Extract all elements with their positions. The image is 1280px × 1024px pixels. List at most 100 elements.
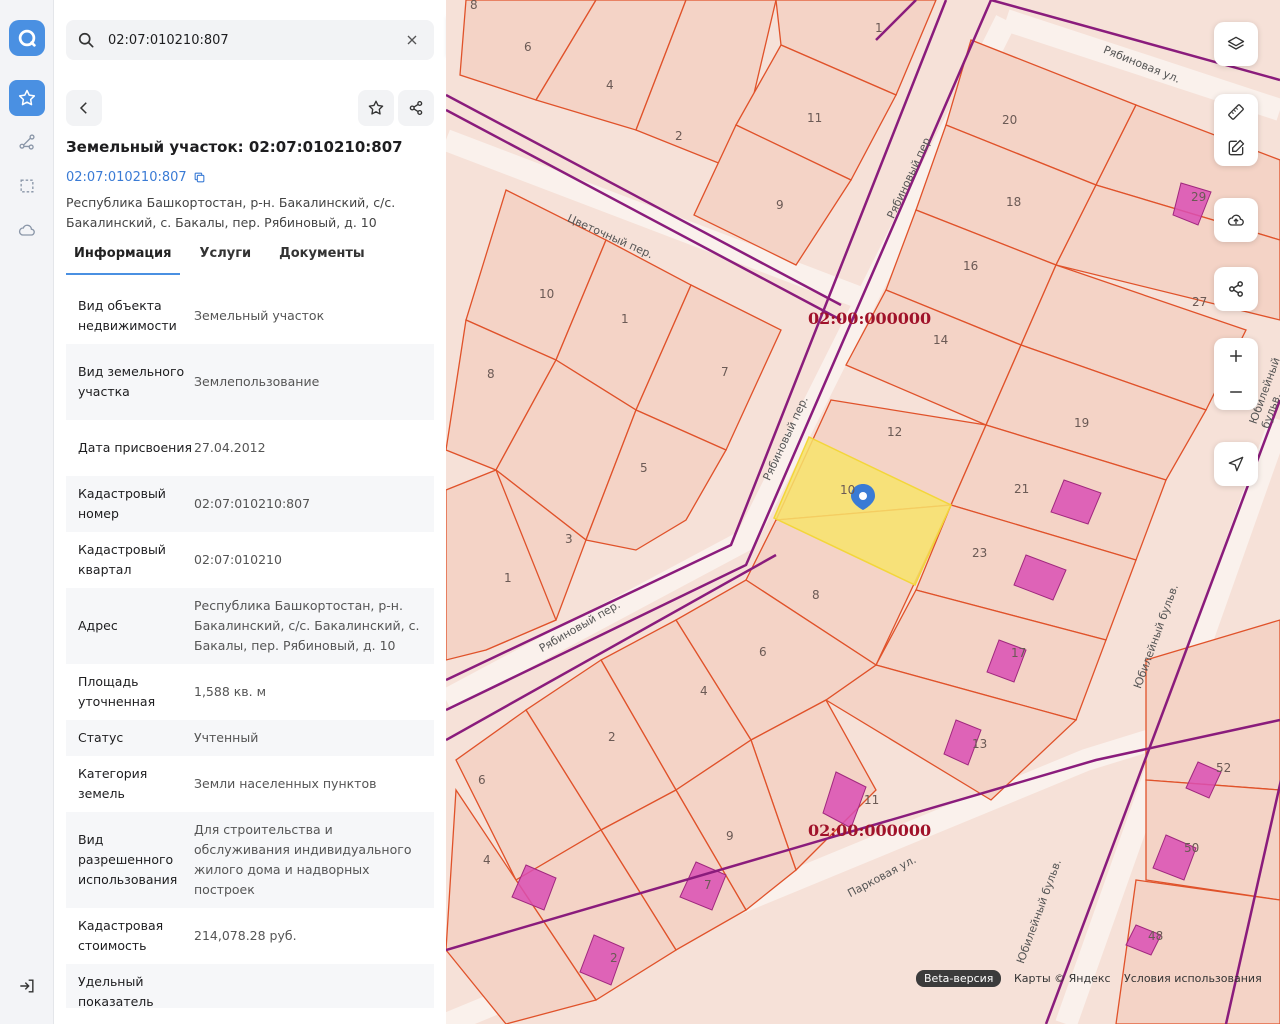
edit-icon bbox=[1228, 139, 1245, 156]
ruler-button[interactable] bbox=[1214, 94, 1258, 130]
parcel-number: 1 bbox=[875, 21, 883, 35]
tab-services[interactable]: Услуги bbox=[192, 246, 260, 275]
parcel-number: 8 bbox=[812, 588, 820, 602]
star-icon bbox=[368, 100, 384, 115]
locate-icon bbox=[1228, 456, 1244, 472]
search-icon bbox=[78, 32, 94, 48]
ruler-icon bbox=[1228, 104, 1244, 120]
maps-credit[interactable]: Карты © Яндекс bbox=[1014, 972, 1111, 985]
info-row-address: Адрес Республика Башкортостан, р-н. Бакал… bbox=[66, 588, 434, 664]
parcel-number: 11 bbox=[864, 793, 880, 807]
info-row-cadastral-value: Кадастровая стоимость 214,078.28 руб. bbox=[78, 918, 297, 953]
parcel-number: 27 bbox=[1192, 295, 1208, 309]
zoom-in-icon bbox=[1230, 350, 1242, 362]
cadastral-map[interactable]: 8 6 4 1 2 11 9 20 18 29 16 27 14 19 12 2… bbox=[446, 0, 1280, 1024]
zoom-out-icon bbox=[1230, 391, 1242, 393]
parcel-number: 48 bbox=[1148, 929, 1164, 943]
cadastral-number-link[interactable]: 02:07:010210:807 bbox=[66, 170, 187, 185]
parcel-number: 9 bbox=[776, 198, 784, 212]
parcel-number: 4 bbox=[483, 853, 491, 867]
parcel-number: 3 bbox=[565, 532, 573, 546]
info-row-object-type: Вид объекта недвижимости Земельный участо… bbox=[78, 298, 325, 333]
parcel-number: 21 bbox=[1014, 482, 1030, 496]
info-row-cadastral-number: Кадастровый номер 02:07:010210:807 bbox=[66, 476, 434, 532]
parcel-number: 18 bbox=[1006, 195, 1022, 209]
info-row-status: Статус Учтенный bbox=[66, 720, 434, 756]
info-row-permitted-use: Вид разрешенного использования Для строит… bbox=[66, 812, 434, 908]
info-row-specific-index: Удельный показатель bbox=[66, 964, 434, 1009]
parcel-number: 11 bbox=[807, 111, 823, 125]
upload-control bbox=[1214, 198, 1258, 242]
map-credits: Карты © Яндекс Условия использования bbox=[1014, 972, 1272, 985]
parcel-number: 50 bbox=[1184, 841, 1200, 855]
object-address: Республика Башкортостан, р-н. Бакалински… bbox=[66, 195, 396, 230]
parcel-number: 10 bbox=[840, 483, 856, 497]
draw-tools bbox=[1214, 94, 1258, 166]
favorite-button[interactable] bbox=[358, 90, 394, 126]
locate-control bbox=[1214, 442, 1258, 486]
parcel-number: 14 bbox=[933, 333, 949, 347]
info-row-land-type: Вид земельного участка Землепользование bbox=[66, 344, 434, 420]
parcel-number: 6 bbox=[478, 773, 486, 787]
cloud-icon bbox=[18, 224, 35, 236]
clear-search-icon[interactable] bbox=[404, 32, 420, 48]
edit-button[interactable] bbox=[1214, 130, 1258, 166]
route-button[interactable] bbox=[9, 124, 45, 160]
parcel-number: 19 bbox=[1074, 416, 1090, 430]
logo-icon[interactable] bbox=[9, 20, 45, 56]
parcel-number: 4 bbox=[700, 684, 708, 698]
layers-button[interactable] bbox=[1214, 22, 1258, 66]
map-share-button[interactable] bbox=[1214, 267, 1258, 311]
tab-documents[interactable]: Документы bbox=[271, 246, 373, 275]
parcel-number: 20 bbox=[1002, 113, 1018, 127]
tab-information[interactable]: Информация bbox=[66, 246, 180, 275]
terms-link[interactable]: Условия использования bbox=[1124, 972, 1262, 985]
upload-button[interactable] bbox=[1214, 198, 1258, 242]
search-input[interactable] bbox=[108, 32, 398, 48]
share-button[interactable] bbox=[398, 90, 434, 126]
parcel-number: 4 bbox=[606, 78, 614, 92]
chevron-left-icon bbox=[79, 102, 87, 114]
share-control bbox=[1214, 267, 1258, 311]
parcel-number: 7 bbox=[704, 878, 712, 892]
zoom-in-button[interactable] bbox=[1214, 338, 1258, 374]
locate-button[interactable] bbox=[1214, 442, 1258, 486]
zoom-control bbox=[1214, 338, 1258, 410]
quarter-label: 02:00:000000 bbox=[808, 821, 932, 840]
info-table: Вид объекта недвижимости Земельный участо… bbox=[66, 288, 434, 1009]
parcel-number: 29 bbox=[1191, 190, 1207, 204]
select-area-button[interactable] bbox=[9, 168, 45, 204]
logout-icon bbox=[20, 979, 34, 993]
zoom-out-button[interactable] bbox=[1214, 374, 1258, 410]
parcel-number: 6 bbox=[524, 40, 532, 54]
route-icon bbox=[19, 134, 35, 150]
logout-button[interactable] bbox=[9, 968, 45, 1004]
cloud-button[interactable] bbox=[9, 212, 45, 248]
layers-icon bbox=[1227, 36, 1245, 50]
parcel-number: 16 bbox=[963, 259, 979, 273]
parcel-number: 10 bbox=[539, 287, 555, 301]
parcel-number: 6 bbox=[759, 645, 767, 659]
parcel-number: 1 bbox=[504, 571, 512, 585]
back-button[interactable] bbox=[66, 90, 102, 126]
share-icon bbox=[409, 100, 423, 116]
parcel-number: 5 bbox=[640, 461, 648, 475]
favorites-button[interactable] bbox=[9, 80, 45, 116]
copy-icon[interactable] bbox=[193, 171, 206, 184]
info-row-land-category: Категория земель Земли населенных пунктов bbox=[78, 766, 377, 801]
selection-icon bbox=[20, 179, 34, 193]
parcel-number: 9 bbox=[726, 829, 734, 843]
search-bar bbox=[66, 20, 434, 60]
upload-icon bbox=[1227, 214, 1244, 226]
share-icon bbox=[1229, 281, 1243, 297]
cadastral-link[interactable]: 02:07:010210:807 bbox=[66, 170, 206, 185]
parcel-number: 7 bbox=[721, 365, 729, 379]
map-canvas[interactable] bbox=[446, 0, 1280, 1024]
parcel-number: 17 bbox=[1011, 646, 1027, 660]
parcel-number: 8 bbox=[470, 0, 478, 12]
parcel-number: 12 bbox=[887, 425, 903, 439]
info-row-area: Площадь уточненная 1,588 кв. м bbox=[78, 674, 267, 709]
parcel-number: 13 bbox=[972, 737, 988, 751]
object-panel: Земельный участок: 02:07:010210:807 02:0… bbox=[54, 0, 446, 1024]
layers-control bbox=[1214, 22, 1258, 66]
